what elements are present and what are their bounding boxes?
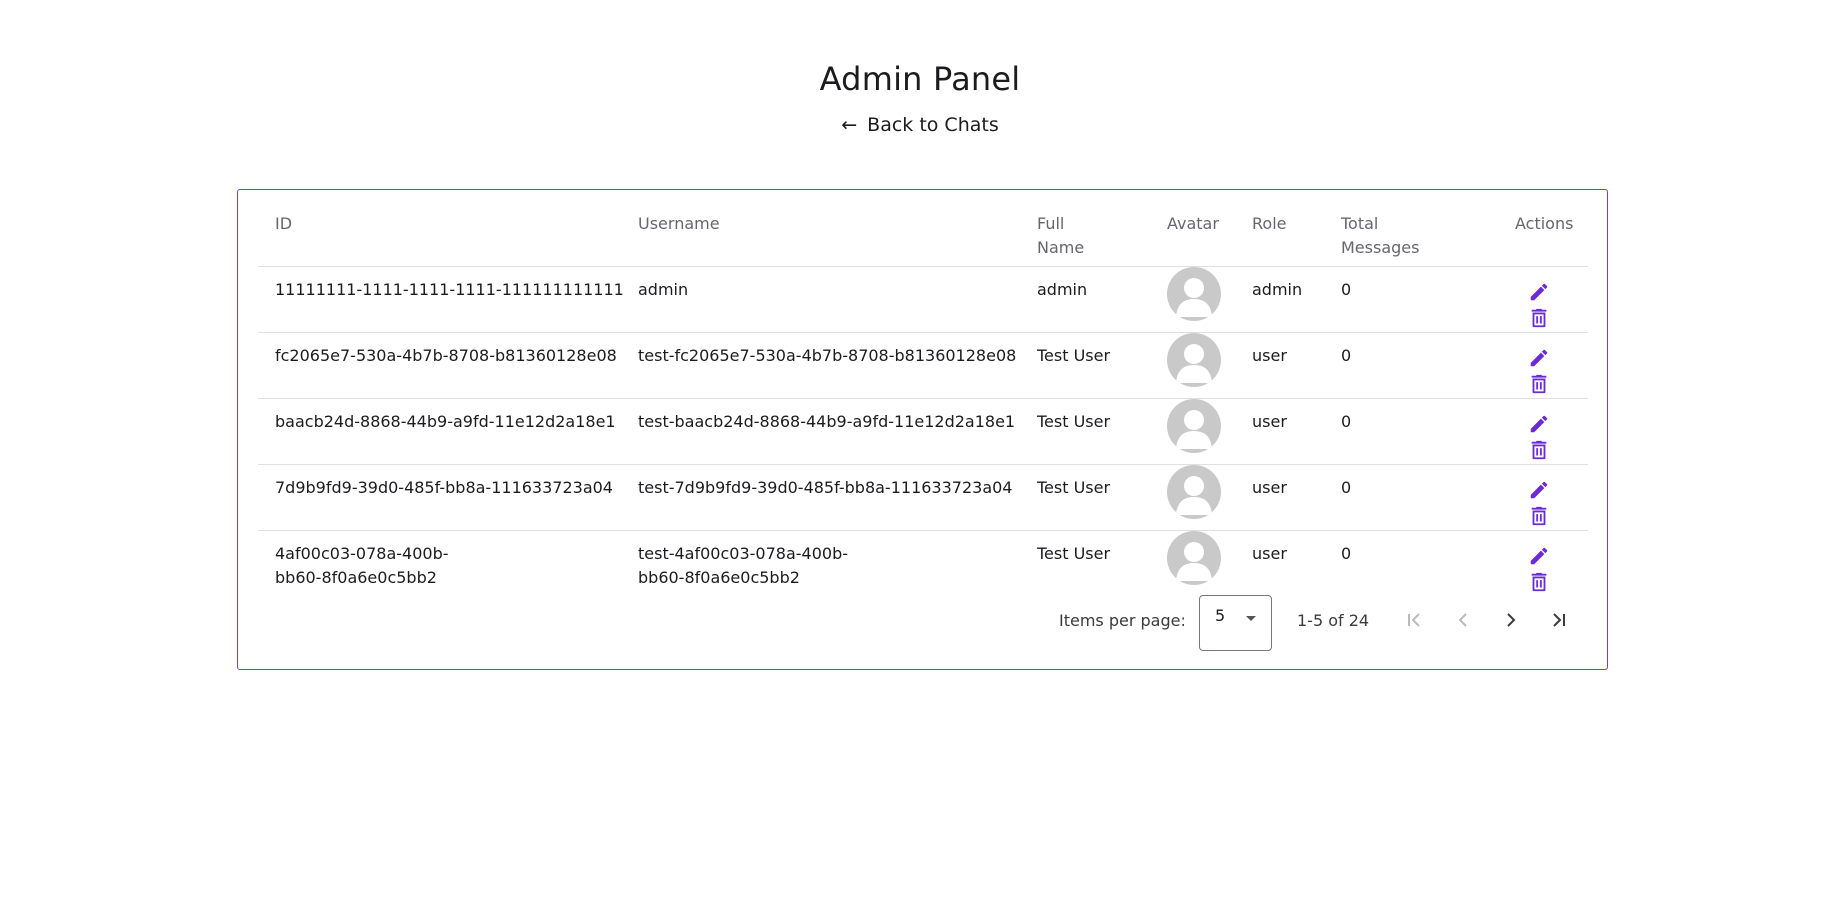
trash-icon (1531, 374, 1547, 394)
page-size-select[interactable]: 5 (1199, 595, 1272, 651)
cell-full-name: Test User (1037, 346, 1111, 365)
cell-full-name: Test User (1037, 412, 1111, 431)
cell-role: user (1252, 412, 1287, 431)
header-full-name: Full Name (1037, 212, 1084, 260)
delete-button[interactable] (1528, 505, 1550, 527)
table-row: baacb24d-8868-44b9-a9fd-11e12d2a18e1 tes… (258, 399, 1588, 465)
avatar (1167, 333, 1221, 387)
last-page-icon (1553, 613, 1565, 627)
header-actions: Actions (1515, 214, 1574, 233)
cell-full-name: admin (1037, 280, 1088, 299)
delete-button[interactable] (1528, 373, 1550, 395)
cell-username: test-7d9b9fd9-39d0-485f-bb8a-111633723a0… (638, 478, 1013, 497)
cell-total-messages: 0 (1341, 412, 1352, 431)
trash-icon (1531, 440, 1547, 460)
cell-username-line1: test-4af00c03-078a-400b- (638, 544, 848, 563)
avatar-placeholder-icon (1176, 542, 1212, 581)
paginator: Items per page: 5 1-5 of 24 (238, 590, 1609, 651)
cell-role: user (1252, 346, 1287, 365)
back-to-chats-link[interactable]: ← Back to Chats (0, 114, 1840, 136)
delete-button[interactable] (1528, 439, 1550, 461)
pencil-icon (1530, 481, 1548, 499)
header-id: ID (275, 214, 293, 233)
header-full-name-line2: Name (1037, 238, 1085, 257)
table-row: fc2065e7-530a-4b7b-8708-b81360128e08 tes… (258, 333, 1588, 399)
delete-button[interactable] (1528, 307, 1550, 329)
last-page-button[interactable] (1545, 606, 1573, 634)
avatar-placeholder-icon (1176, 410, 1212, 449)
previous-page-button[interactable] (1449, 606, 1477, 634)
cell-id: 11111111-1111-1111-1111-111111111111 (275, 280, 624, 299)
edit-button[interactable] (1528, 347, 1550, 369)
cell-username-line2: bb60-8f0a6e0c5bb2 (638, 568, 800, 587)
header-total-messages: Total Messages (1341, 212, 1419, 260)
trash-icon (1531, 506, 1547, 526)
table-header-row: ID Username Full Name Avatar Role Total Me… (258, 190, 1588, 267)
cell-id: 7d9b9fd9-39d0-485f-bb8a-111633723a04 (275, 478, 613, 497)
edit-button[interactable] (1528, 281, 1550, 303)
header-total-messages-line2: Messages (1341, 238, 1420, 257)
table-row: 7d9b9fd9-39d0-485f-bb8a-111633723a04 tes… (258, 465, 1588, 531)
header-full-name-line1: Full (1037, 214, 1065, 233)
trash-icon (1531, 308, 1547, 328)
avatar (1167, 531, 1221, 585)
header-avatar: Avatar (1167, 214, 1219, 233)
header-role: Role (1252, 214, 1287, 233)
avatar-placeholder-icon (1176, 278, 1212, 317)
page-title: Admin Panel (819, 60, 1021, 98)
chevron-left-icon (1458, 613, 1467, 627)
avatar (1167, 267, 1221, 321)
cell-role: admin (1252, 280, 1303, 299)
cell-username: test-fc2065e7-530a-4b7b-8708-b81360128e0… (638, 346, 1017, 365)
chevron-right-icon (1507, 613, 1516, 627)
cell-username: test-baacb24d-8868-44b9-a9fd-11e12d2a18e… (638, 412, 1016, 431)
pencil-icon (1530, 415, 1548, 433)
avatar (1167, 465, 1221, 519)
cell-role: user (1252, 544, 1287, 563)
back-arrow-icon: ← (841, 114, 858, 136)
page-size-value: 5 (1215, 606, 1226, 625)
edit-button[interactable] (1528, 413, 1550, 435)
cell-id: baacb24d-8868-44b9-a9fd-11e12d2a18e1 (275, 412, 616, 431)
table-row: 11111111-1111-1111-1111-111111111111 adm… (258, 267, 1588, 333)
cell-username: test-4af00c03-078a-400b-bb60-8f0a6e0c5bb… (638, 542, 848, 590)
table-row: 4af00c03-078a-400b-bb60-8f0a6e0c5bb2 tes… (258, 531, 1588, 597)
cell-id-line2: bb60-8f0a6e0c5bb2 (275, 568, 437, 587)
avatar (1167, 399, 1221, 453)
cell-username: admin (638, 280, 689, 299)
cell-id: fc2065e7-530a-4b7b-8708-b81360128e08 (275, 346, 617, 365)
edit-button[interactable] (1528, 479, 1550, 501)
avatar-placeholder-icon (1176, 344, 1212, 383)
header-username: Username (638, 214, 720, 233)
items-per-page-label: Items per page: (1059, 611, 1186, 630)
first-page-button[interactable] (1400, 606, 1428, 634)
cell-id: 4af00c03-078a-400b-bb60-8f0a6e0c5bb2 (275, 542, 449, 590)
cell-total-messages: 0 (1341, 478, 1352, 497)
users-table-card: ID Username Full Name Avatar Role Total Me… (237, 189, 1608, 670)
cell-role: user (1252, 478, 1287, 497)
edit-button[interactable] (1528, 545, 1550, 567)
cell-id-line1: 4af00c03-078a-400b- (275, 544, 449, 563)
pencil-icon (1530, 547, 1548, 565)
cell-full-name: Test User (1037, 544, 1111, 563)
pencil-icon (1530, 283, 1548, 301)
dropdown-arrow-icon (1246, 616, 1256, 621)
page-range-label: 1-5 of 24 (1297, 611, 1370, 630)
next-page-button[interactable] (1497, 606, 1525, 634)
first-page-icon (1408, 613, 1420, 627)
cell-total-messages: 0 (1341, 280, 1352, 299)
cell-total-messages: 0 (1341, 346, 1352, 365)
header-total-messages-line1: Total (1341, 214, 1379, 233)
back-to-chats-label: Back to Chats (867, 114, 999, 136)
pencil-icon (1530, 349, 1548, 367)
cell-total-messages: 0 (1341, 544, 1352, 563)
avatar-placeholder-icon (1176, 476, 1212, 515)
cell-full-name: Test User (1037, 478, 1111, 497)
